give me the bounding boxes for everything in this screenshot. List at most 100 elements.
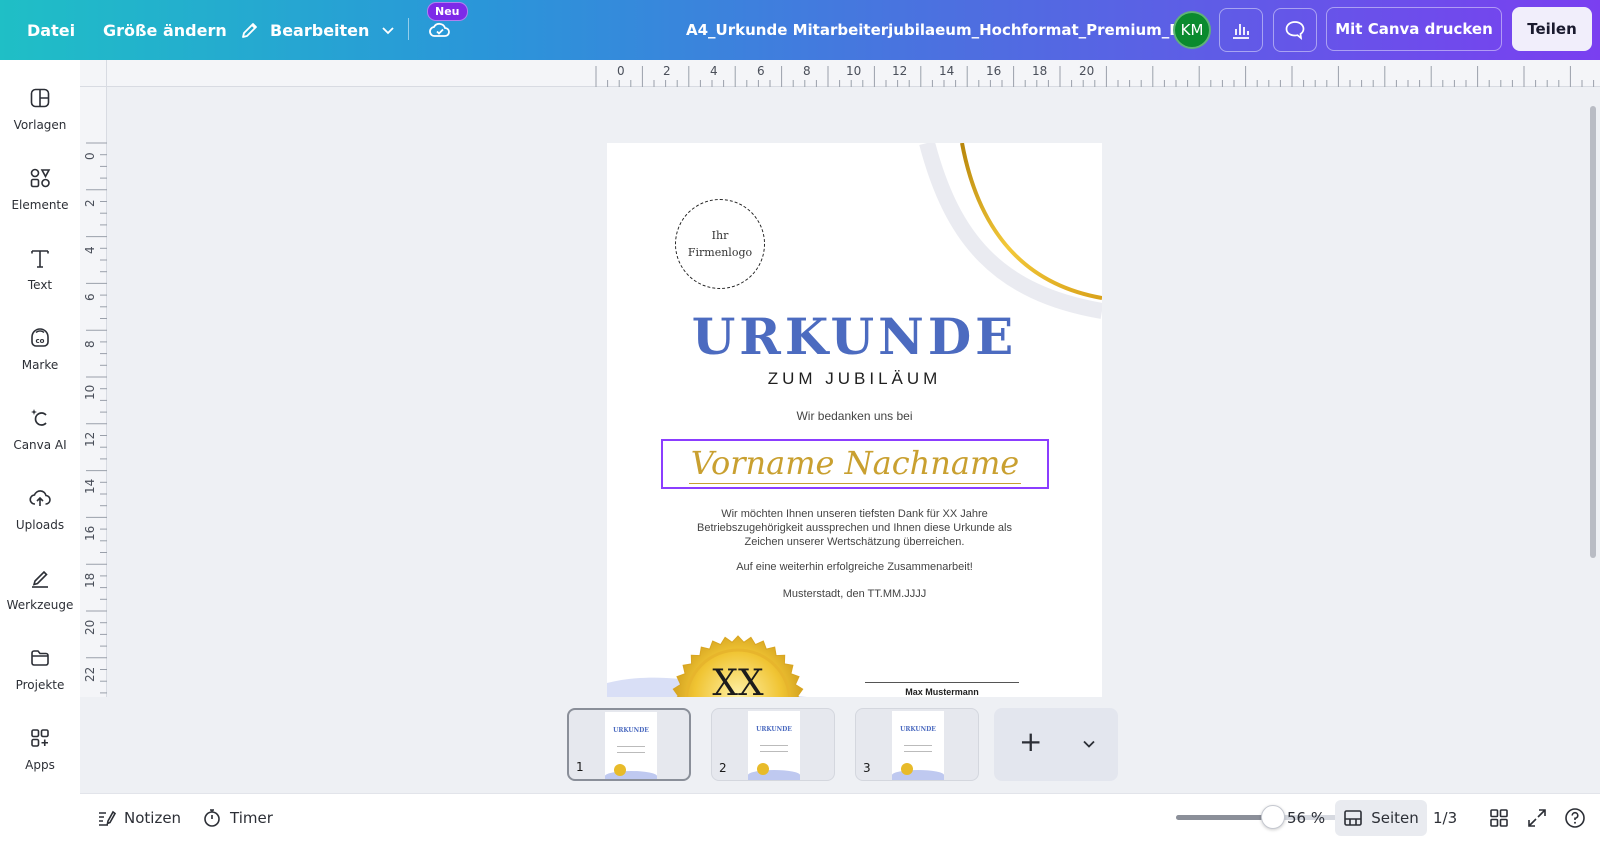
fullscreen-button[interactable]	[1526, 794, 1548, 841]
brand-icon: co	[28, 326, 52, 350]
pages-view-button[interactable]: Seiten	[1335, 800, 1427, 836]
logo-line: Ihr	[711, 229, 729, 242]
sidebar-item-label: Marke	[21, 358, 59, 372]
thumbnail-wave	[605, 771, 657, 779]
thumbnail-line	[760, 745, 788, 746]
zoom-slider-handle[interactable]	[1261, 805, 1285, 829]
grid-icon	[1488, 807, 1510, 829]
thumbnail-line	[904, 745, 932, 746]
ruler-label: 22	[83, 666, 97, 682]
ruler-label: 8	[83, 340, 97, 348]
sidebar-item-canva-ai[interactable]: Canva AI	[0, 392, 80, 468]
thumbnail-wave	[748, 770, 800, 780]
sidebar-item-text[interactable]: Text	[0, 232, 80, 308]
comments-button[interactable]	[1273, 8, 1317, 52]
help-button[interactable]	[1564, 794, 1586, 841]
body-line: Wir möchten Ihnen unseren tiefsten Dank …	[721, 508, 988, 520]
chevron-down-icon	[381, 23, 395, 37]
place-date-text[interactable]: Musterstadt, den TT.MM.JJJJ	[607, 588, 1102, 600]
sidebar-item-projects[interactable]: Projekte	[0, 632, 80, 708]
text-icon	[28, 246, 52, 270]
sidebar-item-uploads[interactable]: Uploads	[0, 472, 80, 548]
templates-icon	[28, 86, 52, 110]
file-menu-button[interactable]: Datei	[27, 0, 75, 60]
pages-view-label: Seiten	[1371, 809, 1419, 827]
page-indicator[interactable]: 1/3	[1433, 794, 1457, 841]
sidebar-item-label: Werkzeuge	[6, 598, 74, 612]
timer-button[interactable]: Timer	[202, 794, 273, 841]
sidebar-item-apps[interactable]: Apps	[0, 712, 80, 788]
sidebar-item-elements[interactable]: Elemente	[0, 152, 80, 228]
zoom-percentage[interactable]: 56 %	[1287, 794, 1325, 841]
ruler-label: 16	[83, 525, 97, 541]
company-logo-placeholder[interactable]: Ihr Firmenlogo	[675, 199, 765, 289]
logo-line: Firmenlogo	[687, 246, 753, 259]
page-number: 3	[863, 761, 871, 775]
sidebar-item-label: Projekte	[15, 678, 65, 692]
page-number: 1	[576, 760, 584, 774]
body-line: Betriebszugehörigkeit aussprechen und Ih…	[697, 522, 1012, 534]
thumbnail-line	[760, 751, 788, 752]
page-thumbnail-2[interactable]: URKUNDE 2	[711, 708, 835, 781]
grid-view-button[interactable]	[1488, 794, 1510, 841]
sidebar-item-label: Elemente	[11, 198, 69, 212]
thanks-text[interactable]: Wir bedanken uns bei	[607, 409, 1102, 423]
document-title[interactable]: A4_Urkunde Mitarbeiterjubilaeum_Hochform…	[686, 0, 1198, 60]
body-line: Zeichen unserer Wertschätzung überreiche…	[744, 536, 965, 548]
vertical-scrollbar[interactable]	[1590, 106, 1596, 558]
thumbnail-line	[617, 752, 645, 753]
ruler-label: 18	[83, 572, 97, 588]
plus-icon: +	[1019, 725, 1043, 758]
ruler-label: 4	[710, 64, 718, 78]
pages-icon	[1343, 808, 1363, 828]
page-thumbnail-3[interactable]: URKUNDE 3	[855, 708, 979, 781]
page-thumbnail-1[interactable]: URKUNDE 1	[567, 708, 691, 781]
signatory-name[interactable]: Max Mustermann	[865, 687, 1019, 697]
ruler-label: 8	[803, 64, 811, 78]
ruler-label: 12	[83, 431, 97, 447]
expand-icon	[1526, 807, 1548, 829]
sidebar-item-brand[interactable]: co Marke	[0, 312, 80, 388]
ruler-label: 4	[83, 246, 97, 254]
timer-label: Timer	[230, 809, 273, 827]
share-button[interactable]: Teilen	[1512, 7, 1592, 51]
thumbnail-line	[617, 746, 645, 747]
sidebar-item-label: Canva AI	[13, 438, 67, 452]
selected-name-textbox[interactable]: Vorname Nachname	[661, 439, 1049, 489]
sidebar-item-tools[interactable]: Werkzeuge	[0, 552, 80, 628]
sidebar-item-label: Apps	[25, 758, 55, 772]
certificate-body-text[interactable]: Wir möchten Ihnen unseren tiefsten Dank …	[647, 507, 1062, 549]
certificate-subheading[interactable]: ZUM JUBILÄUM	[607, 369, 1102, 389]
notes-label: Notizen	[124, 809, 182, 827]
uploads-icon	[28, 486, 52, 510]
pencil-icon	[240, 20, 260, 40]
certificate-page[interactable]: Ihr Firmenlogo URKUNDE ZUM JUBILÄUM Wir …	[607, 143, 1102, 697]
ruler-label: 16	[986, 64, 1002, 78]
notes-button[interactable]: Notizen	[96, 794, 181, 841]
thumbnail-seal	[901, 763, 913, 775]
print-with-canva-button[interactable]: Mit Canva drucken	[1326, 7, 1502, 51]
ruler-label: 10	[83, 384, 97, 400]
ruler-label: 14	[83, 478, 97, 494]
edit-mode-button[interactable]: Bearbeiten	[240, 0, 395, 60]
closing-text[interactable]: Auf eine weiterhin erfolgreiche Zusammen…	[607, 561, 1102, 573]
seal-text: XX	[712, 663, 764, 697]
ruler-label: 10	[846, 64, 862, 78]
avatar[interactable]: KM	[1173, 11, 1211, 49]
sidebar-item-templates[interactable]: Vorlagen	[0, 72, 80, 148]
projects-icon	[28, 646, 52, 670]
resize-button[interactable]: Größe ändern	[103, 0, 227, 60]
recipient-name: Vorname Nachname	[688, 443, 1022, 484]
thumbnail-preview: URKUNDE	[605, 712, 657, 779]
svg-text:co: co	[36, 337, 45, 345]
certificate-heading[interactable]: URKUNDE	[607, 307, 1102, 366]
vertical-ruler: 0 2 4 6 8 10 12 14 16 18 20 22	[80, 87, 107, 697]
edit-mode-label: Bearbeiten	[270, 20, 370, 40]
thumbnail-wave	[892, 770, 944, 780]
signature-line	[865, 682, 1019, 683]
add-page-button[interactable]: +	[994, 708, 1118, 781]
bar-chart-icon	[1230, 19, 1252, 41]
insights-button[interactable]	[1219, 8, 1263, 52]
chevron-down-icon[interactable]	[1082, 737, 1096, 751]
thumbnail-line	[904, 751, 932, 752]
